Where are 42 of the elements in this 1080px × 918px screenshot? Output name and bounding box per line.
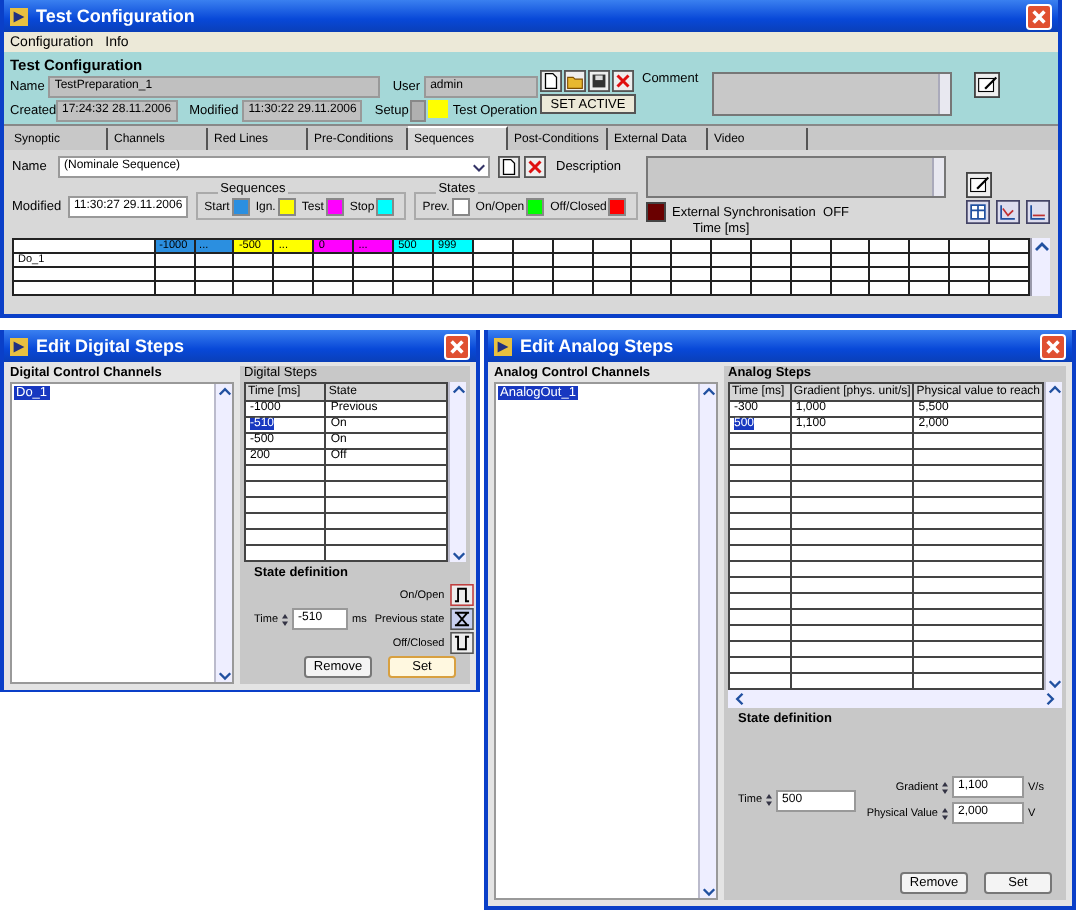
edit-icon[interactable] — [966, 172, 992, 198]
scroll-down-icon[interactable] — [1047, 676, 1061, 690]
caret-icon — [472, 160, 486, 174]
scroll-up-icon[interactable] — [217, 384, 231, 398]
state-on-icon[interactable] — [450, 584, 475, 606]
new-file-icon[interactable] — [498, 156, 520, 178]
scroll-up-icon[interactable] — [1033, 238, 1050, 254]
state-previous-icon[interactable] — [450, 608, 475, 630]
scroll-down-icon[interactable] — [451, 548, 465, 562]
table-view-icon[interactable] — [966, 200, 990, 224]
scroll-down-icon[interactable] — [701, 884, 715, 898]
close-button[interactable] — [444, 333, 470, 359]
open-folder-icon[interactable] — [564, 70, 586, 92]
comment-field[interactable] — [712, 72, 953, 116]
window-title: Edit Analog Steps — [520, 336, 676, 356]
chart-icon[interactable] — [1026, 200, 1050, 224]
spinner-icon[interactable] — [942, 779, 948, 795]
edit-icon[interactable] — [974, 72, 1001, 98]
delete-icon[interactable] — [612, 70, 634, 92]
spinner-icon[interactable] — [942, 805, 948, 821]
scroll-up-icon[interactable] — [701, 384, 715, 398]
scroll-right-icon[interactable] — [1044, 692, 1058, 706]
window-title: Edit Digital Steps — [36, 336, 187, 356]
save-icon[interactable] — [588, 70, 610, 92]
app-icon — [10, 337, 28, 355]
new-file-icon[interactable] — [540, 70, 562, 92]
window-title: Test Configuration — [36, 6, 197, 26]
app-icon — [494, 337, 512, 355]
close-button[interactable] — [1026, 3, 1052, 29]
close-icon — [1044, 337, 1062, 355]
scroll-down-icon[interactable] — [217, 668, 231, 682]
chart-icon[interactable] — [996, 200, 1020, 224]
close-button[interactable] — [1040, 333, 1066, 359]
delete-icon[interactable] — [524, 156, 546, 178]
scroll-up-icon[interactable] — [1047, 382, 1061, 396]
app-icon — [10, 7, 28, 25]
scroll-up-icon[interactable] — [451, 382, 465, 396]
close-icon — [1030, 7, 1048, 25]
state-off-icon[interactable] — [450, 632, 475, 654]
description-field[interactable] — [646, 156, 946, 198]
close-icon — [448, 337, 466, 355]
scroll-left-icon[interactable] — [732, 692, 746, 706]
